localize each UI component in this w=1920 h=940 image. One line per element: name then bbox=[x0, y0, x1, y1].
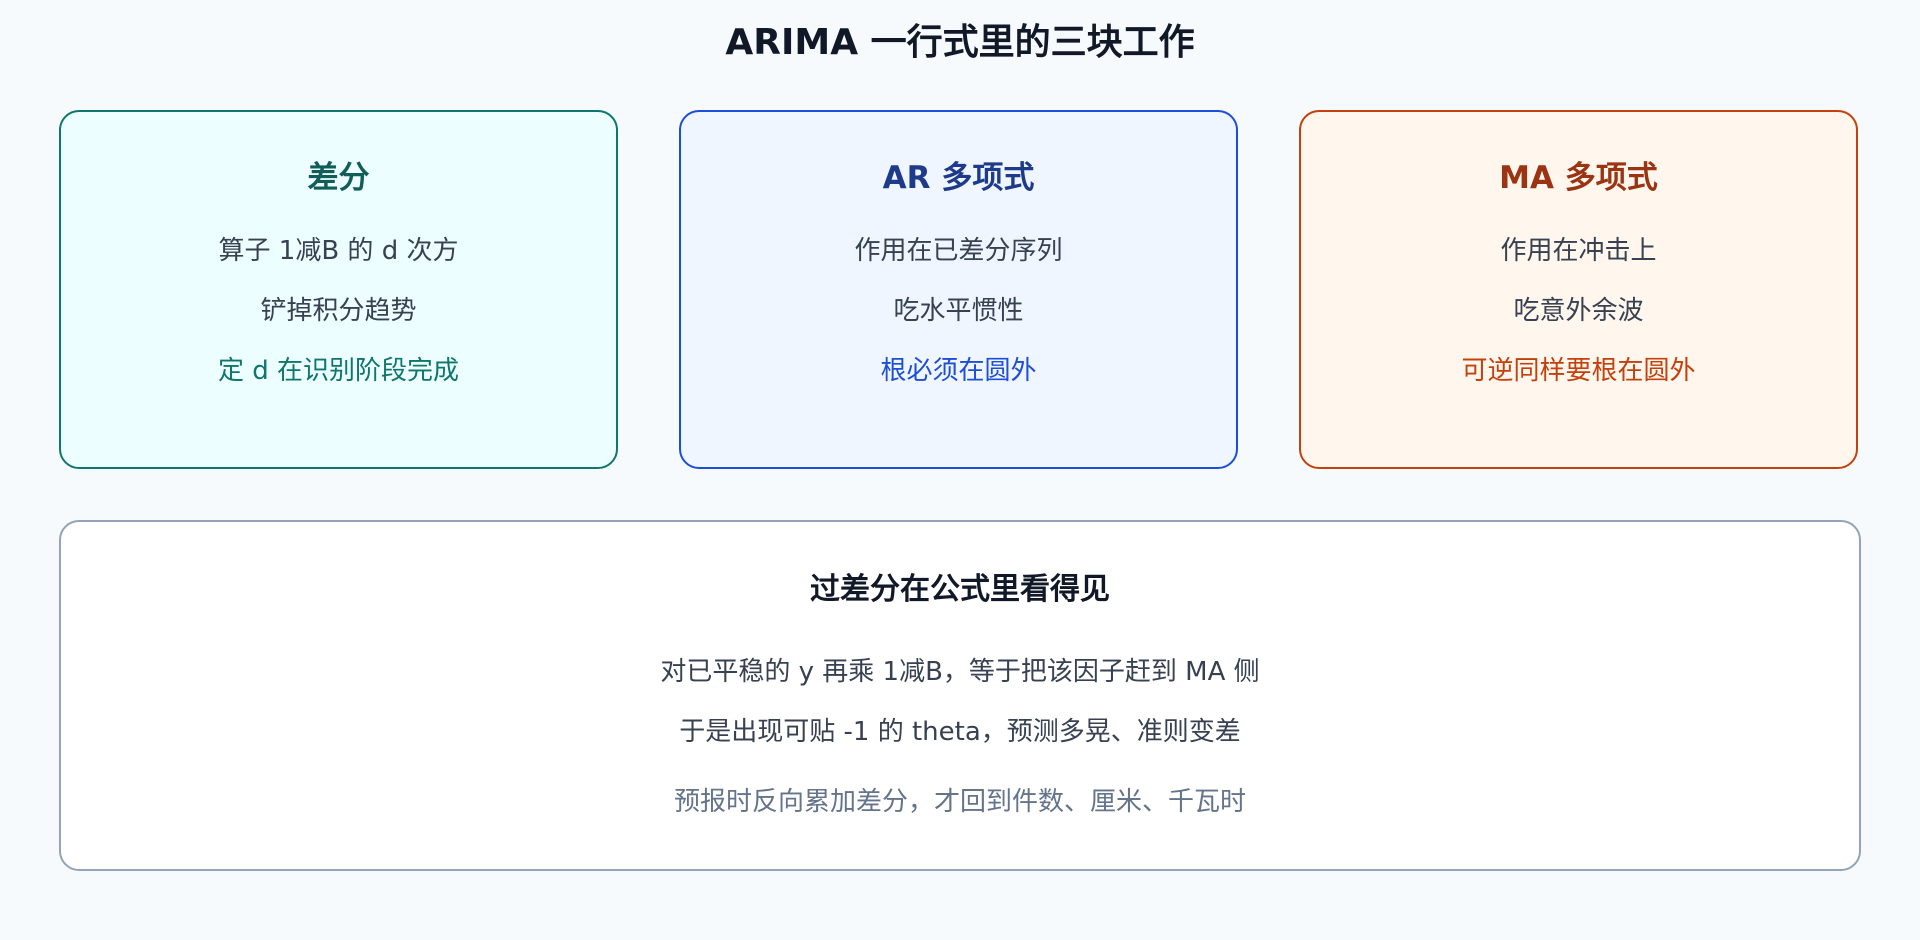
card-accent-line: 定 d 在识别阶段完成 bbox=[217, 356, 460, 386]
ma-polynomial-card: MA 多项式 作用在冲击上 吃意外余波 可逆同样要根在圆外 bbox=[1299, 110, 1858, 469]
card-heading: 差分 bbox=[307, 160, 370, 196]
card-line: 算子 1减B 的 d 次方 bbox=[218, 236, 459, 266]
card-accent-line: 根必须在圆外 bbox=[880, 356, 1037, 386]
card-heading: AR 多项式 bbox=[882, 160, 1035, 196]
card-line: 作用在冲击上 bbox=[1500, 236, 1657, 266]
card-heading: MA 多项式 bbox=[1499, 160, 1658, 196]
card-line: 吃水平惯性 bbox=[893, 296, 1024, 326]
ar-polynomial-card: AR 多项式 作用在已差分序列 吃水平惯性 根必须在圆外 bbox=[679, 110, 1238, 469]
card-line: 铲掉积分趋势 bbox=[260, 296, 417, 326]
overdifferencing-panel: 过差分在公式里看得见 对已平稳的 y 再乘 1减B，等于把该因子赶到 MA 侧 … bbox=[59, 520, 1861, 871]
panel-line: 于是出现可贴 -1 的 theta，预测多晃、准则变差 bbox=[679, 717, 1241, 747]
differencing-card: 差分 算子 1减B 的 d 次方 铲掉积分趋势 定 d 在识别阶段完成 bbox=[59, 110, 618, 469]
panel-line: 对已平稳的 y 再乘 1减B，等于把该因子赶到 MA 侧 bbox=[660, 657, 1260, 687]
card-accent-line: 可逆同样要根在圆外 bbox=[1461, 356, 1696, 386]
panel-heading: 过差分在公式里看得见 bbox=[810, 572, 1110, 607]
panel-note: 预报时反向累加差分，才回到件数、厘米、千瓦时 bbox=[673, 787, 1246, 817]
card-line: 作用在已差分序列 bbox=[854, 236, 1063, 266]
page-title: ARIMA 一行式里的三块工作 bbox=[725, 22, 1195, 63]
card-line: 吃意外余波 bbox=[1513, 296, 1644, 326]
